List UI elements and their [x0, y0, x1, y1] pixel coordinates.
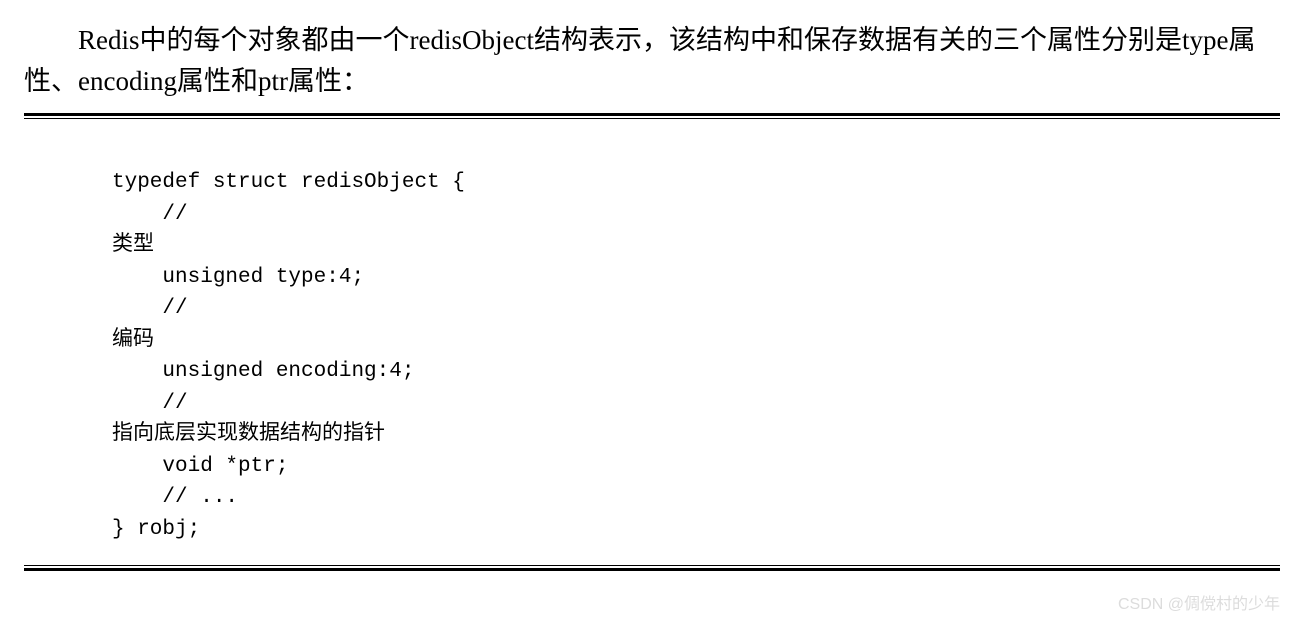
- intro-paragraph: Redis中的每个对象都由一个redisObject结构表示，该结构中和保存数据…: [24, 20, 1280, 101]
- code-frame: typedef struct redisObject { // 类型 unsig…: [24, 113, 1280, 571]
- watermark: CSDN @倜傥村的少年: [1118, 590, 1280, 614]
- code-block: typedef struct redisObject { // 类型 unsig…: [24, 119, 1280, 565]
- document-content: Redis中的每个对象都由一个redisObject结构表示，该结构中和保存数据…: [0, 0, 1304, 571]
